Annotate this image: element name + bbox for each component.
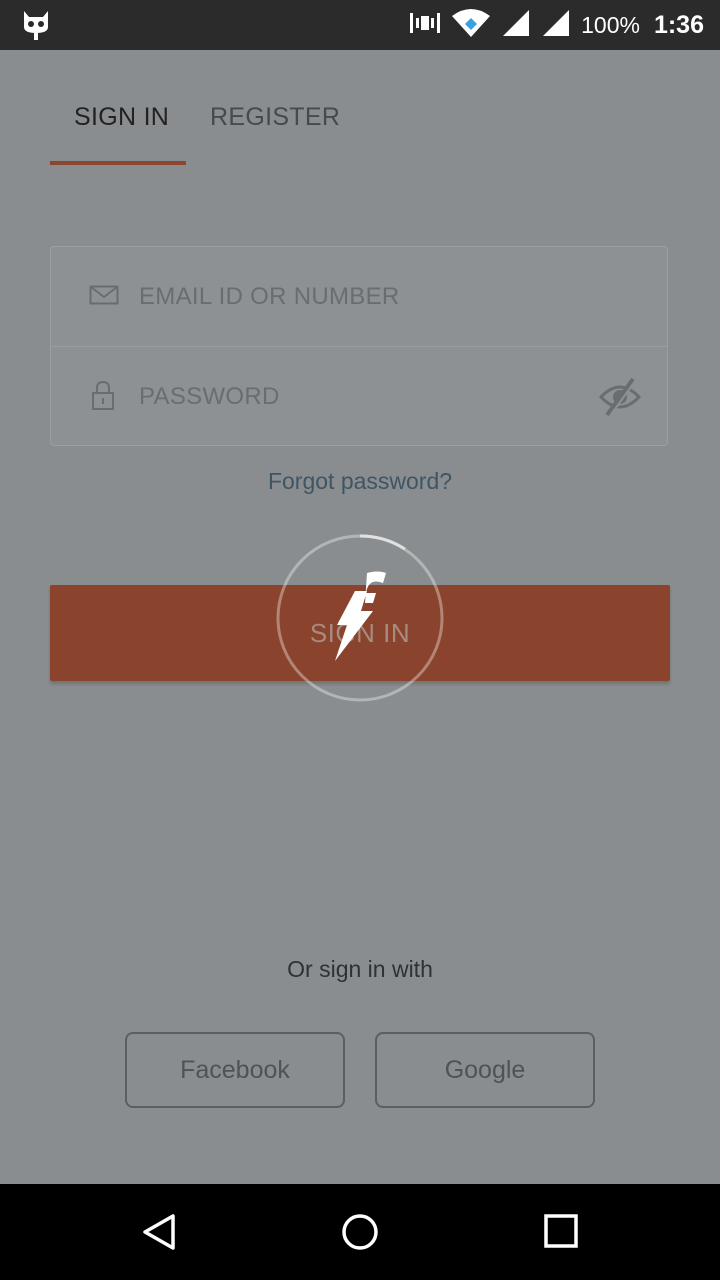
loading-spinner [275,533,445,703]
status-bar: 100% 1:36 [0,0,720,50]
eye-off-icon[interactable] [598,377,642,422]
email-row [51,247,667,347]
password-row [51,347,667,446]
cyanogen-icon [22,9,50,41]
login-form [50,246,668,446]
home-icon[interactable] [340,1212,380,1257]
brand-logo-icon [335,571,386,661]
lock-icon [91,379,115,416]
mail-icon [89,283,119,312]
wifi-icon [451,8,491,43]
tab-sign-in[interactable]: SIGN IN [74,103,169,132]
cell-signal-icon [541,8,571,43]
back-icon[interactable] [140,1212,180,1257]
auth-tabs: SIGN IN REGISTER [50,88,670,166]
recent-apps-icon[interactable] [542,1212,582,1257]
facebook-button[interactable]: Facebook [125,1032,345,1108]
social-prompt: Or sign in with [287,956,433,982]
clock: 1:36 [653,10,704,39]
google-button[interactable]: Google [375,1032,595,1108]
navigation-bar [0,1184,720,1280]
password-input[interactable] [139,373,579,421]
signal-strength-icon [409,10,441,41]
email-input[interactable] [139,273,579,321]
battery-level: 100% [581,11,640,38]
tab-register[interactable]: REGISTER [210,103,340,132]
forgot-password-link[interactable]: Forgot password? [0,468,720,495]
active-tab-indicator [50,161,186,165]
cell-signal-icon [501,8,531,43]
